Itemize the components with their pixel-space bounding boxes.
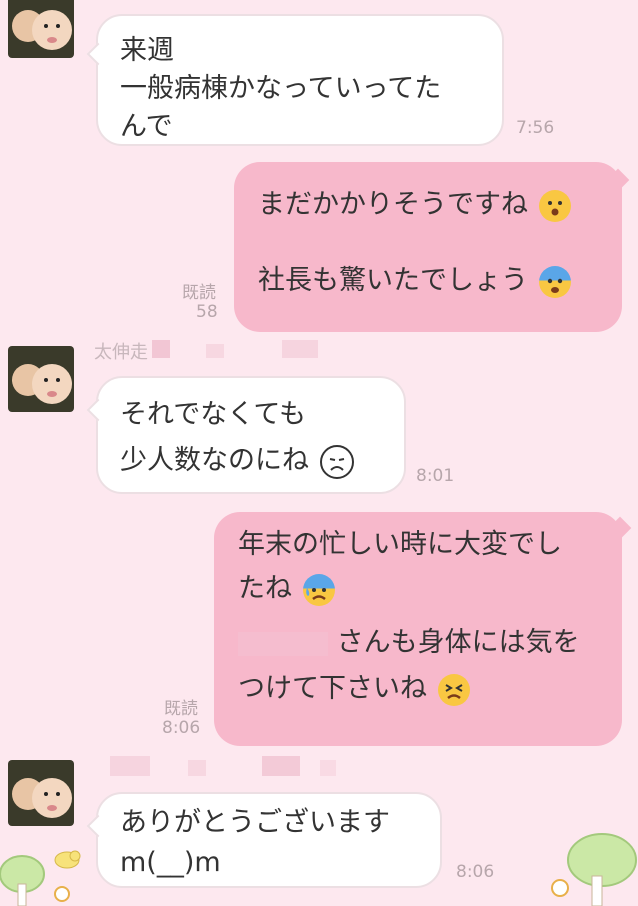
message-bubble-outgoing[interactable]: まだかかりそうですね 社長も驚いたでしょう xyxy=(234,162,622,332)
message-text: 社長も驚いたでしょう xyxy=(258,265,528,296)
bird-decoration-icon xyxy=(54,850,81,869)
message-time: 58 xyxy=(196,302,218,322)
avatar-photo-icon xyxy=(8,0,74,58)
message-text: まだかかりそうですね xyxy=(258,189,528,220)
mosaic-block xyxy=(262,756,300,776)
message-text: 少人数なのにね xyxy=(120,445,309,476)
message-time: 8:06 xyxy=(456,862,495,882)
frowning-emoji-icon xyxy=(319,444,354,479)
message-text: たね xyxy=(238,573,292,604)
message-text: 年末の忙しい時に大変でし xyxy=(238,529,562,560)
avatar[interactable] xyxy=(8,760,74,826)
read-receipt: 既読 xyxy=(182,283,216,303)
mosaic-block xyxy=(188,760,206,776)
mosaic-block xyxy=(238,631,328,656)
message-text: さんも身体には気を xyxy=(336,627,580,658)
mosaic-block xyxy=(206,344,224,358)
message-time: 8:06 xyxy=(162,718,201,738)
avatar-photo-icon xyxy=(8,346,74,412)
fearful-emoji-icon xyxy=(538,265,571,298)
message-bubble-incoming[interactable]: 来週 一般病棟かなっていってた んで xyxy=(96,14,504,146)
message-bubble-outgoing[interactable]: 年末の忙しい時に大変でし たね さんも身体には気を つけて下さいね xyxy=(214,512,622,746)
message-time: 8:01 xyxy=(416,466,455,486)
message-text: それでなくても xyxy=(120,399,307,430)
message-text: つけて下さいね xyxy=(238,673,427,704)
avatar-photo-icon xyxy=(8,760,74,826)
message-text: 来週 xyxy=(120,35,174,66)
tree-decoration-icon xyxy=(551,833,637,906)
message-text: ありがとうございます xyxy=(120,807,390,838)
message-text: 一般病棟かなっていってた xyxy=(120,73,442,104)
mosaic-block xyxy=(152,340,170,358)
message-bubble-incoming[interactable]: それでなくても 少人数なのにね xyxy=(96,376,406,494)
sender-name: 太伸走 xyxy=(94,342,148,363)
avatar[interactable] xyxy=(8,0,74,58)
cold-sweat-emoji-icon xyxy=(302,573,335,606)
surprised-emoji-icon xyxy=(538,189,571,222)
persevering-emoji-icon xyxy=(437,673,470,706)
message-bubble-incoming[interactable]: ありがとうございます m(__)m xyxy=(96,792,442,888)
message-text: m(__)m xyxy=(120,847,221,878)
message-time: 7:56 xyxy=(516,118,555,138)
mosaic-block xyxy=(320,760,336,776)
message-text: んで xyxy=(120,111,173,142)
mosaic-block xyxy=(110,756,150,776)
avatar[interactable] xyxy=(8,346,74,412)
read-receipt: 既読 xyxy=(164,699,198,719)
mosaic-block xyxy=(282,340,318,358)
